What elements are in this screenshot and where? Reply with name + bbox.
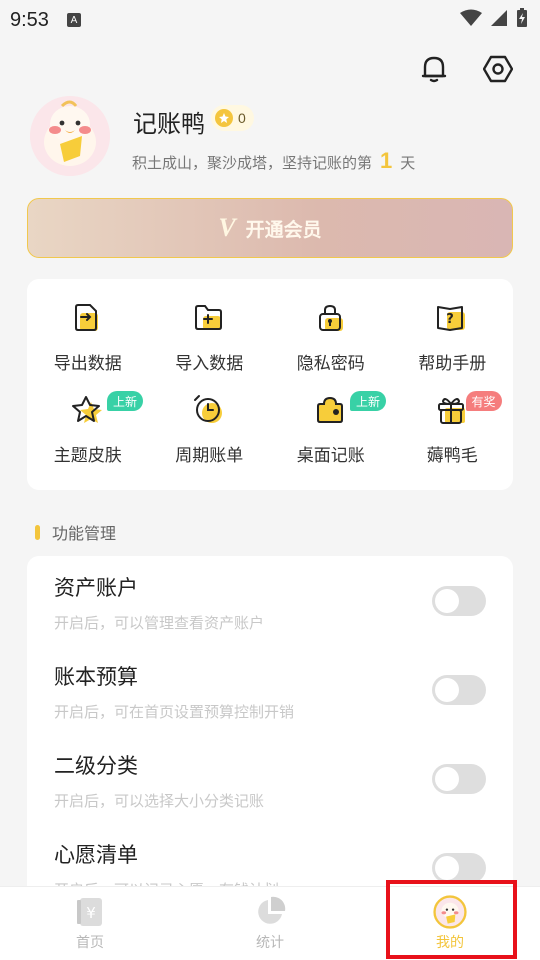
grid-label: 主题皮肤: [53, 446, 122, 466]
gift-icon: [435, 393, 469, 427]
tools-grid: 导出数据 导入数据 隐私密码 ? 帮助手册 上新 主题皮肤 周期账单 上新 桌面…: [27, 279, 513, 490]
motto-suffix: 天: [400, 154, 416, 172]
wishlist-toggle[interactable]: [432, 853, 486, 883]
grid-label: 帮助手册: [418, 354, 487, 374]
export-file-icon: [71, 301, 105, 335]
vip-label: 开通会员: [245, 218, 322, 241]
pie-chart-icon: [253, 895, 287, 929]
feature-desc: 开启后，可以选择大小分类记账: [54, 792, 265, 810]
grid-item-widget[interactable]: 上新 桌面记账: [270, 391, 392, 485]
subcategory-toggle[interactable]: [432, 764, 486, 794]
grid-item-theme[interactable]: 上新 主题皮肤: [27, 391, 149, 485]
grid-item-import[interactable]: 导入数据: [149, 301, 271, 393]
assets-toggle[interactable]: [432, 586, 486, 616]
grid-item-export[interactable]: 导出数据: [27, 301, 149, 393]
grid-label: 桌面记账: [296, 446, 365, 466]
new-tag: 上新: [350, 391, 387, 411]
svg-text:¥: ¥: [86, 904, 96, 922]
vip-button[interactable]: V 开通会员: [27, 198, 513, 258]
grid-item-help[interactable]: ? 帮助手册: [392, 301, 514, 393]
avatar[interactable]: [30, 96, 110, 176]
budget-toggle[interactable]: [432, 675, 486, 705]
grid-label: 导入数据: [175, 354, 244, 374]
clock-icon: [192, 393, 226, 427]
grid-label: 隐私密码: [296, 354, 365, 374]
coin-badge[interactable]: 0: [211, 105, 254, 131]
grid-item-recurring[interactable]: 周期账单: [149, 393, 271, 485]
username: 记账鸭: [133, 110, 205, 138]
nav-label: 统计: [256, 935, 284, 951]
grid-label: 薅鸭毛: [426, 446, 478, 466]
nav-label: 我的: [436, 935, 464, 951]
status-bar: 9:53 A: [0, 0, 540, 40]
nav-label: 首页: [76, 935, 104, 951]
toggle-knob: [435, 589, 459, 613]
feature-row-subcategory: 二级分类 开启后，可以选择大小分类记账: [27, 734, 513, 823]
motto: 积土成山，聚沙成塔，坚持记账的第 1 天: [132, 148, 415, 174]
new-tag: 上新: [107, 391, 144, 411]
settings-gear-icon[interactable]: [481, 52, 515, 86]
feature-title: 资产账户: [54, 576, 138, 600]
feature-list: 资产账户 开启后，可以管理查看资产账户 账本预算 开启后，可在首页设置预算控制开…: [27, 556, 513, 916]
nav-stats[interactable]: 统计: [180, 887, 360, 960]
feature-desc: 开启后，可以管理查看资产账户: [54, 614, 265, 632]
prize-tag: 有奖: [465, 391, 502, 411]
status-time: 9:53: [10, 8, 49, 31]
bottom-nav: ¥ 首页 统计 我的: [0, 886, 540, 960]
home-ledger-icon: ¥: [73, 895, 107, 929]
grid-item-privacy[interactable]: 隐私密码: [270, 301, 392, 393]
feature-title: 心愿清单: [54, 843, 138, 867]
nav-mine[interactable]: 我的: [360, 887, 540, 960]
top-actions: [417, 52, 515, 86]
vip-icon: V: [218, 213, 236, 242]
feature-title: 二级分类: [54, 754, 138, 778]
day-count: 1: [380, 148, 393, 173]
duck-avatar-icon: [433, 895, 467, 929]
toggle-knob: [435, 767, 459, 791]
nav-home[interactable]: ¥ 首页: [0, 887, 180, 960]
section-title: 功能管理: [35, 520, 116, 544]
coin-icon: [215, 109, 233, 127]
section-title-text: 功能管理: [52, 524, 117, 543]
wifi-icon: [460, 9, 482, 31]
help-book-icon: ?: [435, 301, 469, 335]
motto-prefix: 积土成山，聚沙成塔，坚持记账的第: [132, 154, 373, 172]
feature-desc: 开启后，可在首页设置预算控制开销: [54, 703, 295, 721]
lock-icon: [314, 301, 348, 335]
section-marker: [35, 524, 40, 540]
toggle-knob: [435, 678, 459, 702]
signal-icon: [490, 9, 508, 31]
feature-title: 账本预算: [54, 665, 138, 689]
toggle-knob: [435, 856, 459, 880]
feature-row-budget: 账本预算 开启后，可在首页设置预算控制开销: [27, 645, 513, 734]
notification-icon: A: [66, 13, 81, 27]
grid-item-gift[interactable]: 有奖 薅鸭毛: [392, 391, 514, 485]
grid-label: 导出数据: [53, 354, 122, 374]
feature-row-assets: 资产账户 开启后，可以管理查看资产账户: [27, 556, 513, 645]
battery-icon: [516, 8, 528, 32]
grid-label: 周期账单: [175, 446, 244, 466]
star-icon: [71, 393, 105, 427]
widget-icon: [314, 393, 348, 427]
profile-header[interactable]: 记账鸭 0 积土成山，聚沙成塔，坚持记账的第 1 天: [30, 96, 520, 186]
bell-icon[interactable]: [417, 52, 451, 86]
svg-text:?: ?: [446, 312, 454, 327]
import-folder-icon: [192, 301, 226, 335]
coin-count: 0: [238, 110, 246, 126]
